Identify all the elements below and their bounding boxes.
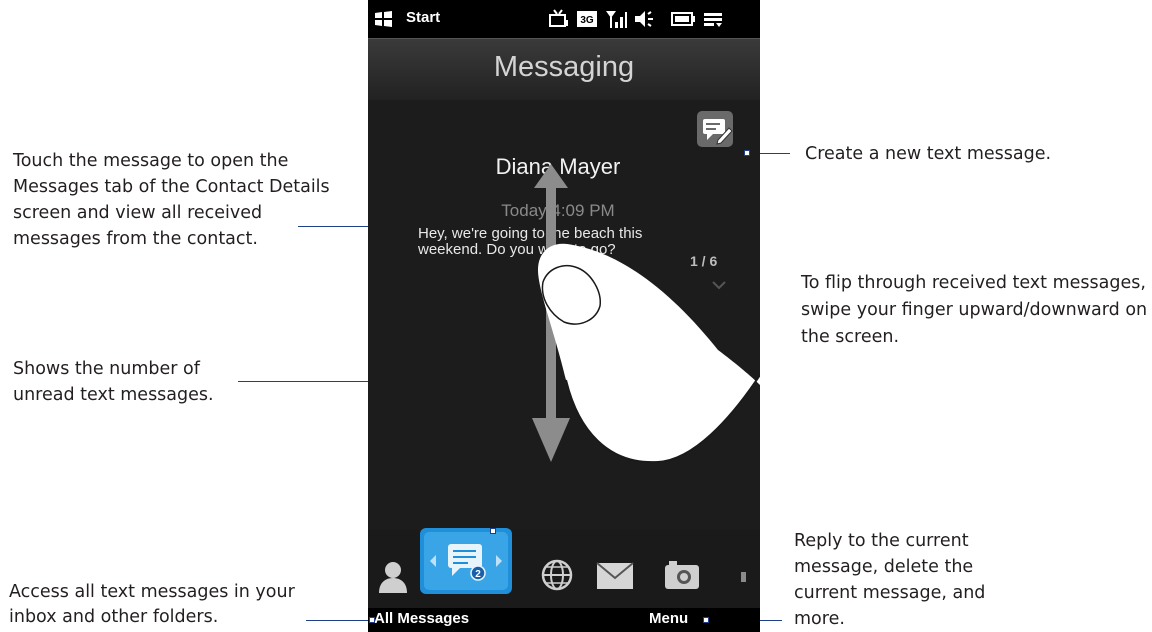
callout-dot-create: [744, 150, 750, 156]
signal-icon[interactable]: [604, 8, 628, 30]
callout-dot-unread: [490, 528, 496, 534]
callout-dot-menu: [703, 617, 709, 623]
message-preview[interactable]: Hey, we're going to the beach this weeke…: [418, 226, 698, 258]
callout-menu: Reply to the current message, delete the…: [794, 531, 986, 629]
status-bar: Start 3G: [368, 0, 760, 38]
callout-line-all-messages: [306, 620, 372, 621]
finger-icon: [538, 243, 760, 464]
svg-text:3G: 3G: [580, 15, 594, 26]
callout-touch-message: Touch the message to open the Messages t…: [13, 151, 330, 249]
tab-bar: 2: [368, 528, 760, 610]
windows-start-icon[interactable]: [374, 10, 394, 28]
app-title: Messaging: [493, 51, 635, 83]
contact-tab-icon[interactable]: [378, 560, 408, 594]
contact-name[interactable]: Diana Mayer: [368, 154, 748, 180]
all-messages-softkey[interactable]: All Messages: [374, 610, 469, 627]
menu-softkey[interactable]: Menu: [649, 610, 688, 627]
messaging-tab-icon[interactable]: 2: [420, 528, 512, 594]
title-bar: Messaging: [368, 38, 760, 100]
callout-flip: To flip through received text messages, …: [801, 273, 1148, 347]
soft-key-bar: All Messages Menu: [368, 608, 760, 632]
chevron-down-icon[interactable]: [712, 280, 726, 290]
start-label[interactable]: Start: [406, 9, 440, 26]
speaker-icon[interactable]: [632, 8, 656, 30]
battery-icon[interactable]: [670, 8, 696, 30]
callout-dot-all-messages: [369, 617, 375, 623]
internet-tab-icon[interactable]: [540, 558, 574, 592]
tv-icon[interactable]: [548, 8, 570, 30]
callout-all-messages: Access all text messages in your inbox a…: [9, 582, 295, 627]
more-tabs-icon[interactable]: [740, 570, 748, 584]
callout-create-new: Create a new text message.: [805, 144, 1052, 164]
callout-unread-count: Shows the number of unread text messages…: [13, 359, 214, 405]
photos-tab-icon[interactable]: [664, 560, 700, 590]
unread-page-indicator: 1 / 6: [690, 253, 718, 269]
list-icon[interactable]: [702, 8, 724, 30]
compose-message-button[interactable]: [694, 108, 736, 150]
phone-screen: Start 3G Messaging Diana Mayer Today 4:0…: [368, 0, 760, 632]
email-tab-icon[interactable]: [596, 562, 634, 590]
svg-text:2: 2: [475, 569, 481, 580]
3g-icon[interactable]: 3G: [576, 8, 598, 30]
message-time: Today 4:09 PM: [501, 201, 615, 220]
